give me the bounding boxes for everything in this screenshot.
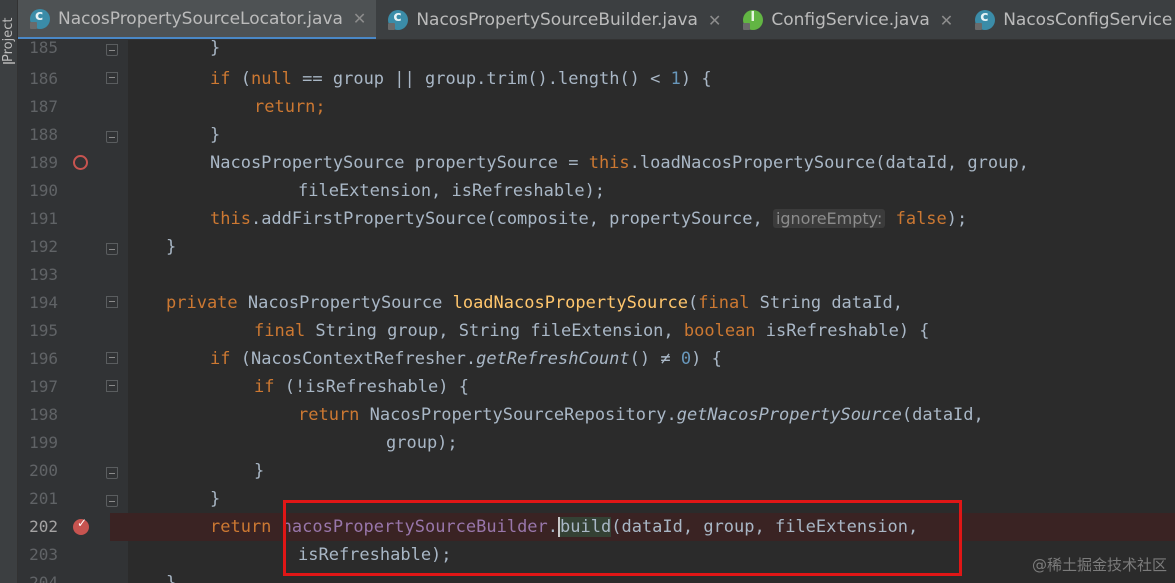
fold-end-icon[interactable] [106, 243, 118, 255]
code-line: 187 return; [18, 93, 1175, 121]
line-number: 191 [29, 209, 58, 228]
line-number: 198 [29, 405, 58, 424]
code-line: 192 } [18, 233, 1175, 261]
current-code-line: 202 return nacosPropertySourceBuilder.bu… [18, 513, 1175, 541]
line-number: 200 [29, 461, 58, 480]
code-line: 190 fileExtension, isRefreshable); [18, 177, 1175, 205]
code-text: } [166, 237, 177, 257]
code-text: } [210, 489, 221, 509]
code-line: 185 } [18, 34, 1175, 62]
code-text: if (NacosContextRefresher.getRefreshCoun… [210, 349, 722, 369]
tab-label: NacosPropertySourceLocator.java [58, 8, 343, 29]
fold-end-icon[interactable] [106, 131, 118, 143]
line-number: 193 [29, 265, 58, 284]
project-tool-window-strip[interactable]: Project [0, 0, 18, 583]
tab-label: NacosPropertySourceBuilder.java [416, 10, 698, 30]
line-number: 194 [29, 293, 58, 312]
java-class-icon [975, 9, 996, 30]
code-text: } [210, 125, 221, 145]
code-text: } [166, 573, 177, 583]
caret-word: build [558, 517, 612, 537]
code-text: if (null == group || group.trim().length… [210, 69, 712, 89]
code-line: 186 if (null == group || group.trim().le… [18, 65, 1175, 93]
tool-strip-divider [3, 62, 15, 72]
code-line: 195 final String group, String fileExten… [18, 317, 1175, 345]
code-text: isRefreshable); [298, 545, 452, 565]
line-number: 196 [29, 349, 58, 368]
breakpoint-verified-icon[interactable] [73, 516, 89, 535]
line-number: 185 [29, 38, 58, 57]
code-text: return nacosPropertySourceBuilder. build(… [210, 517, 919, 537]
breakpoint-icon[interactable] [73, 155, 88, 170]
tab-label: NacosConfigService [1003, 10, 1173, 30]
line-number: 202 [29, 517, 58, 536]
code-text: } [210, 38, 221, 58]
code-line: 194 private NacosPropertySource loadNaco… [18, 289, 1175, 317]
code-text: this.addFirstPropertySource(composite, p… [210, 209, 968, 229]
code-line: 193 [18, 261, 1175, 289]
code-line: 198 return NacosPropertySourceRepository… [18, 401, 1175, 429]
fold-open-icon[interactable] [106, 352, 118, 364]
java-class-icon [388, 9, 409, 30]
line-number: 195 [29, 321, 58, 340]
code-text: group); [386, 433, 458, 453]
fold-end-icon[interactable] [106, 467, 118, 479]
fold-open-icon[interactable] [106, 72, 118, 84]
close-icon[interactable]: ✕ [353, 9, 366, 28]
code-line: 189 NacosPropertySource propertySource =… [18, 149, 1175, 177]
fold-open-icon[interactable] [106, 380, 118, 392]
line-number: 203 [29, 545, 58, 564]
code-line: 203 isRefreshable); [18, 541, 1175, 569]
code-line: 188 } [18, 121, 1175, 149]
line-number: 190 [29, 181, 58, 200]
watermark: @稀土掘金技术社区 [1031, 556, 1167, 574]
line-number: 201 [29, 489, 58, 508]
line-number: 204 [29, 573, 58, 583]
code-line: 204 } [18, 569, 1175, 583]
line-number: 187 [29, 97, 58, 116]
fold-end-icon[interactable] [106, 44, 118, 56]
code-text: final String group, String fileExtension… [254, 321, 930, 341]
code-text: if (!isRefreshable) { [254, 377, 469, 397]
line-number: 192 [29, 237, 58, 256]
line-number: 189 [29, 153, 58, 172]
line-number: 186 [29, 69, 58, 88]
code-line: 196 if (NacosContextRefresher.getRefresh… [18, 345, 1175, 373]
code-text: return; [254, 97, 326, 117]
code-line: 197 if (!isRefreshable) { [18, 373, 1175, 401]
parameter-hint: ignoreEmpty: [772, 209, 886, 228]
code-text: return NacosPropertySourceRepository.get… [298, 405, 984, 425]
close-icon[interactable]: ✕ [940, 11, 953, 30]
java-class-icon [30, 8, 50, 29]
code-text: } [254, 461, 265, 481]
code-text: private NacosPropertySource loadNacosPro… [166, 293, 903, 313]
code-line: 201 } [18, 485, 1175, 513]
code-line: 199 group); [18, 429, 1175, 457]
code-line: 200 } [18, 457, 1175, 485]
code-text: fileExtension, isRefreshable); [298, 181, 606, 201]
code-text: NacosPropertySource propertySource = thi… [210, 153, 1029, 173]
java-interface-icon [743, 10, 764, 30]
project-tool-label[interactable]: Project [1, 2, 17, 62]
code-line: 191 this.addFirstPropertySource(composit… [18, 205, 1175, 233]
fold-open-icon[interactable] [106, 296, 118, 308]
line-number: 197 [29, 377, 58, 396]
line-number: 199 [29, 433, 58, 452]
line-number: 188 [29, 125, 58, 144]
fold-end-icon[interactable] [106, 495, 118, 507]
close-icon[interactable]: ✕ [708, 11, 721, 30]
tab-label: ConfigService.java [771, 10, 930, 30]
